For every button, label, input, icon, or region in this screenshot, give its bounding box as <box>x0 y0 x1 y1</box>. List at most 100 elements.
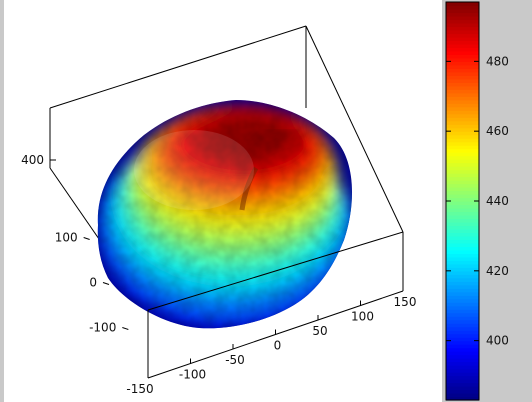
colorbar-step <box>446 235 479 241</box>
z-tick-label: 400 <box>21 153 44 167</box>
colorbar-step <box>446 365 479 370</box>
colorbar-step <box>446 68 479 73</box>
colorbar-step <box>446 71 479 76</box>
colorbar-step <box>446 5 479 10</box>
colorbar-step <box>446 99 479 104</box>
colorbar-step <box>446 295 479 300</box>
x-tick-label: 100 <box>351 310 374 324</box>
colorbar-step <box>446 92 479 97</box>
colorbar-step <box>446 326 479 331</box>
colorbar-step <box>446 190 479 195</box>
colorbar-tick-label: 440 <box>486 194 509 208</box>
colorbar-step <box>446 159 479 164</box>
colorbar-step <box>446 145 479 150</box>
colorbar-step <box>446 333 479 338</box>
colorbar-step <box>446 117 479 122</box>
colorbar-step <box>446 242 479 247</box>
colorbar-step <box>446 183 479 188</box>
colorbar-step <box>446 40 479 45</box>
colorbar-step <box>446 323 479 328</box>
colorbar-step <box>446 120 479 125</box>
colorbar-step <box>446 358 479 363</box>
colorbar-step <box>446 218 479 223</box>
colorbar-step <box>446 43 479 48</box>
colorbar-step <box>446 344 479 349</box>
colorbar-step <box>446 155 479 160</box>
colorbar-step <box>446 26 479 31</box>
colorbar-step <box>446 214 479 220</box>
y-tick <box>122 327 129 330</box>
y-tick-label: 100 <box>55 231 78 245</box>
colorbar-step <box>446 85 479 90</box>
colorbar-step <box>446 291 479 296</box>
colorbar-step <box>446 382 479 387</box>
colorbar-step <box>446 256 479 261</box>
colorbar-step <box>446 372 479 377</box>
plot-area: -150 -100 -50 0 50 100 150 -100 0 100 400 <box>4 0 442 402</box>
colorbar-step <box>446 8 479 14</box>
colorbar-step <box>446 246 479 251</box>
colorbar-step <box>446 141 479 146</box>
colorbar-step <box>446 249 479 254</box>
colorbar-step <box>446 319 479 324</box>
colorbar-step <box>446 263 479 268</box>
y-tick-label: -100 <box>89 321 116 335</box>
surface-texture <box>97 100 353 329</box>
colorbar-step <box>446 386 479 391</box>
colorbar-step <box>446 2 479 7</box>
x-tick-label: 50 <box>312 324 327 338</box>
colorbar-step <box>446 270 479 275</box>
colorbar-step <box>446 281 479 286</box>
colorbar-step <box>446 82 479 87</box>
colorbar-step <box>446 354 479 359</box>
colorbar-step <box>446 379 479 384</box>
y-tick <box>102 282 110 285</box>
colorbar-step <box>446 75 479 80</box>
colorbar-step <box>446 330 479 335</box>
colorbar-step <box>446 33 479 38</box>
colorbar-step <box>446 351 479 356</box>
box-edge-back <box>49 25 307 109</box>
colorbar-step <box>446 36 479 42</box>
colorbar-step <box>446 239 479 244</box>
colorbar-step <box>446 316 479 321</box>
colorbar: 400 420 440 460 480 <box>445 1 509 401</box>
colorbar-step <box>446 260 479 265</box>
colorbar-step <box>446 221 479 227</box>
x-tick-label: -50 <box>225 353 245 367</box>
surface-highlight <box>134 130 254 210</box>
colorbar-step <box>446 180 479 185</box>
colorbar-step <box>446 61 479 66</box>
colorbar-step <box>446 103 479 108</box>
colorbar-step <box>446 228 479 234</box>
colorbar-step <box>446 393 479 398</box>
colorbar-step <box>446 305 479 310</box>
colorbar-step <box>446 29 479 35</box>
colorbar-step <box>446 152 479 157</box>
x-tick-label: -150 <box>126 382 153 396</box>
colorbar-step <box>446 162 479 167</box>
colorbar-step <box>446 89 479 94</box>
colorbar-step <box>446 124 479 129</box>
y-tick <box>83 237 90 240</box>
colorbar-step <box>446 347 479 352</box>
colorbar-step <box>446 131 479 136</box>
x-tick-label: 0 <box>274 339 282 353</box>
surface-plot: -150 -100 -50 0 50 100 150 -100 0 100 400 <box>21 25 416 396</box>
colorbar-step <box>446 64 479 69</box>
y-tick-label: 0 <box>89 276 97 290</box>
colorbar-step <box>446 204 479 209</box>
colorbar-step <box>446 207 479 213</box>
colorbar-step <box>446 309 479 314</box>
colorbar-step <box>446 166 479 171</box>
colorbar-step <box>446 389 479 394</box>
colorbar-step <box>446 19 479 24</box>
colorbar-step <box>446 194 479 199</box>
colorbar-step <box>446 225 479 230</box>
colorbar-step <box>446 277 479 282</box>
colorbar-step <box>446 106 479 111</box>
figure: -150 -100 -50 0 50 100 150 -100 0 100 400 400 420 44… <box>0 0 532 402</box>
colorbar-step <box>446 375 479 380</box>
colorbar-step <box>446 274 479 279</box>
colorbar-step <box>446 284 479 289</box>
